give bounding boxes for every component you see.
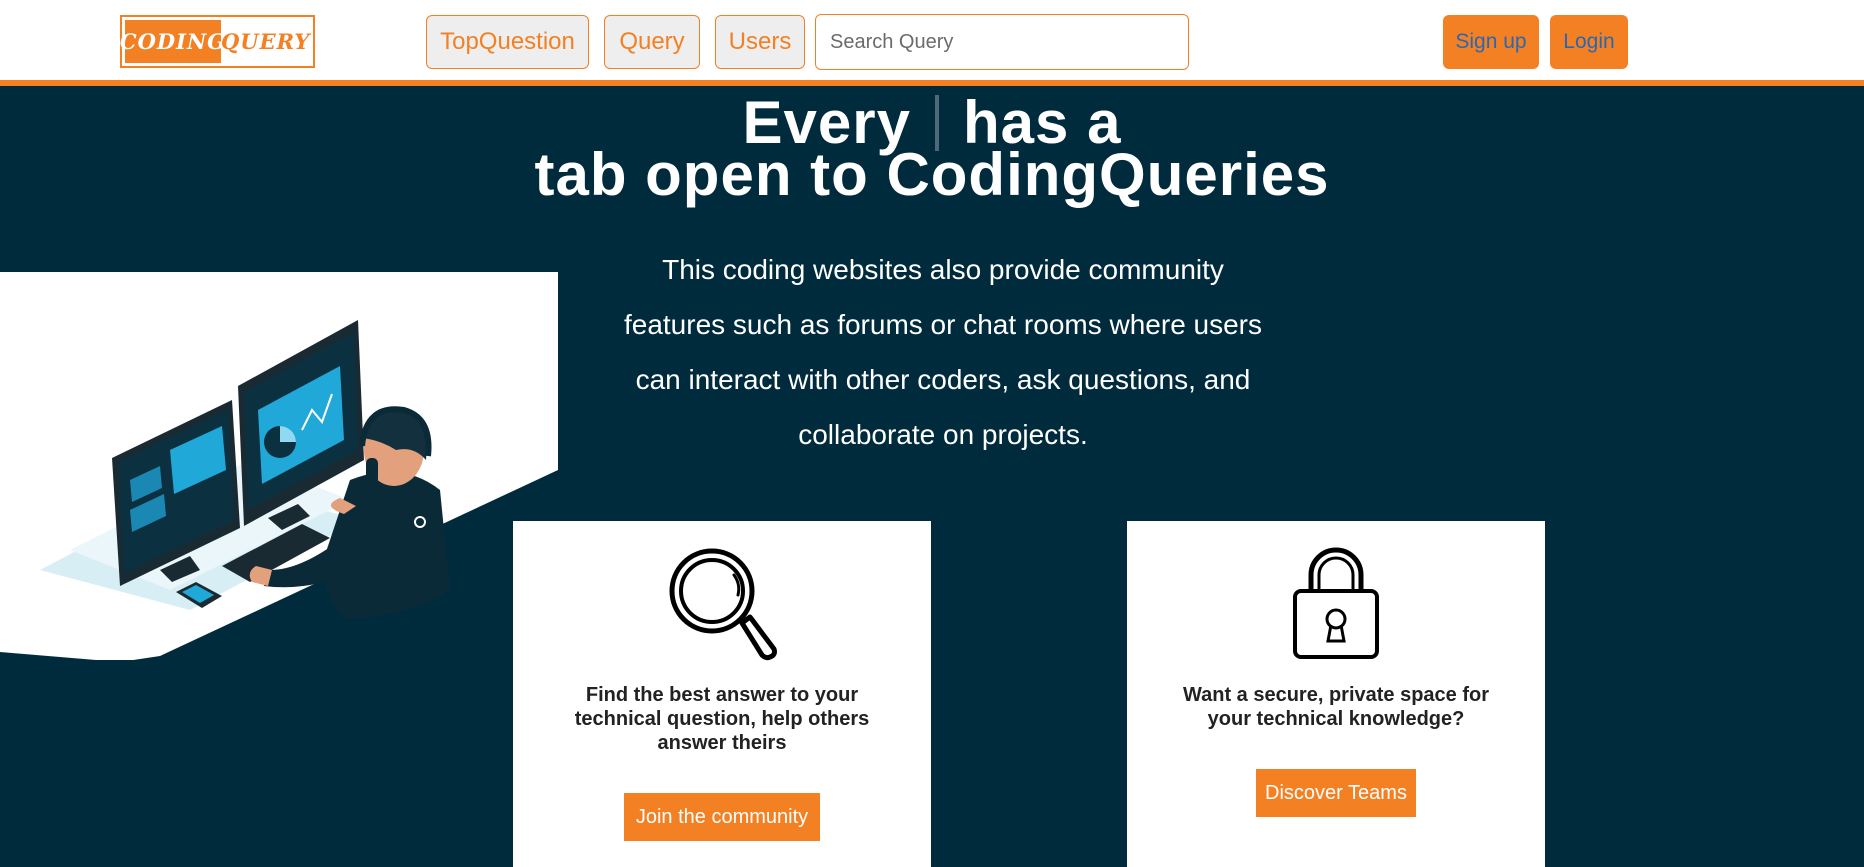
- site-logo[interactable]: CODING QUERY: [120, 15, 315, 68]
- teams-card-text: Want a secure, private space for your te…: [1182, 684, 1490, 730]
- magnifier-icon: [669, 548, 777, 661]
- login-button[interactable]: Login: [1550, 15, 1628, 69]
- community-card-text: Find the best answer to your technical q…: [574, 684, 870, 754]
- nav-query-button[interactable]: Query: [604, 15, 700, 69]
- hero-headline-line2: tab open to CodingQueries: [534, 141, 1330, 208]
- discover-teams-button[interactable]: Discover Teams: [1256, 769, 1416, 817]
- search-input[interactable]: [815, 14, 1189, 70]
- nav-top-question-button[interactable]: TopQuestion: [426, 15, 589, 69]
- hero-description: This coding websites also provide commun…: [623, 254, 1263, 450]
- nav-users-button[interactable]: Users: [715, 15, 805, 69]
- join-community-button[interactable]: Join the community: [624, 793, 820, 841]
- logo-left-text: CODING: [120, 20, 225, 63]
- teams-card: Want a secure, private space for your te…: [1127, 521, 1545, 867]
- community-card: Find the best answer to your technical q…: [513, 521, 931, 867]
- navbar: CODING QUERY TopQuestion Query Users Sig…: [0, 0, 1864, 86]
- signup-button[interactable]: Sign up: [1443, 15, 1539, 69]
- logo-right-text: QUERY: [221, 29, 311, 54]
- padlock-icon: [1293, 547, 1379, 659]
- developer-illustration: [0, 272, 558, 660]
